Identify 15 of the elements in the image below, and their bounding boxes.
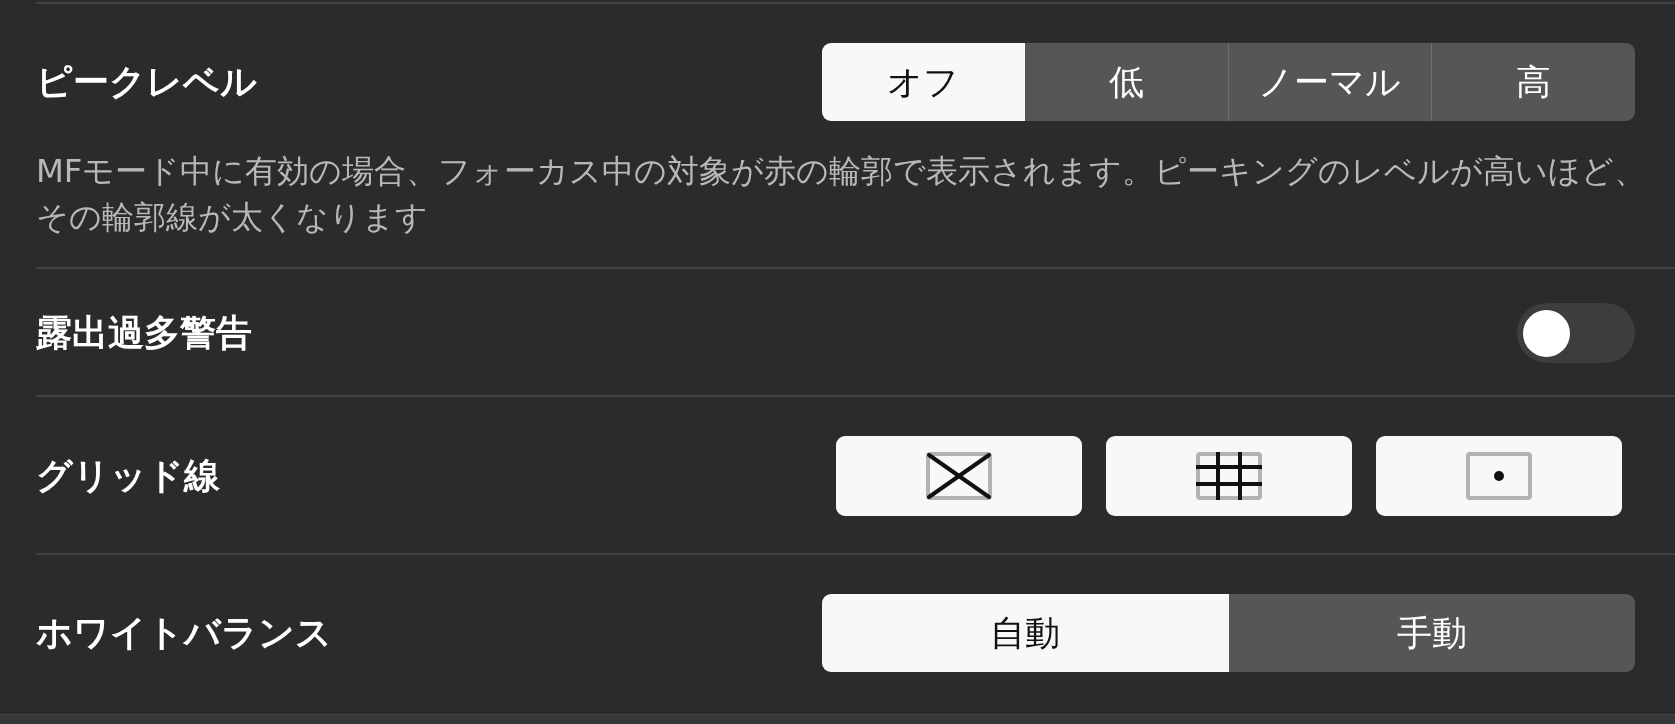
setting-label: 露出過多警告: [36, 311, 252, 355]
setting-label: ホワイトバランス: [36, 611, 332, 655]
grid-style-button[interactable]: [1105, 436, 1352, 516]
segment-option[interactable]: 高: [1431, 43, 1635, 121]
crossed-frame-icon: [925, 452, 992, 500]
setting-label: グリッド線: [36, 454, 220, 498]
setting-label: ピークレベル: [36, 60, 257, 104]
setting-description: MFモード中に有効の場合、フォーカス中の対象が赤の輪郭で表示されます。ピーキングのレベルが高いほど、その輪郭線が太くなります: [36, 151, 1648, 238]
segment-option[interactable]: オフ: [822, 43, 1025, 121]
grid-lines-icon: [1195, 452, 1262, 500]
segment-option[interactable]: 自動: [822, 594, 1229, 672]
segment-option[interactable]: 手動: [1228, 594, 1635, 672]
segment-option[interactable]: ノーマル: [1227, 43, 1432, 121]
grid-style-button[interactable]: [835, 436, 1082, 516]
segment-option[interactable]: 低: [1024, 43, 1228, 121]
